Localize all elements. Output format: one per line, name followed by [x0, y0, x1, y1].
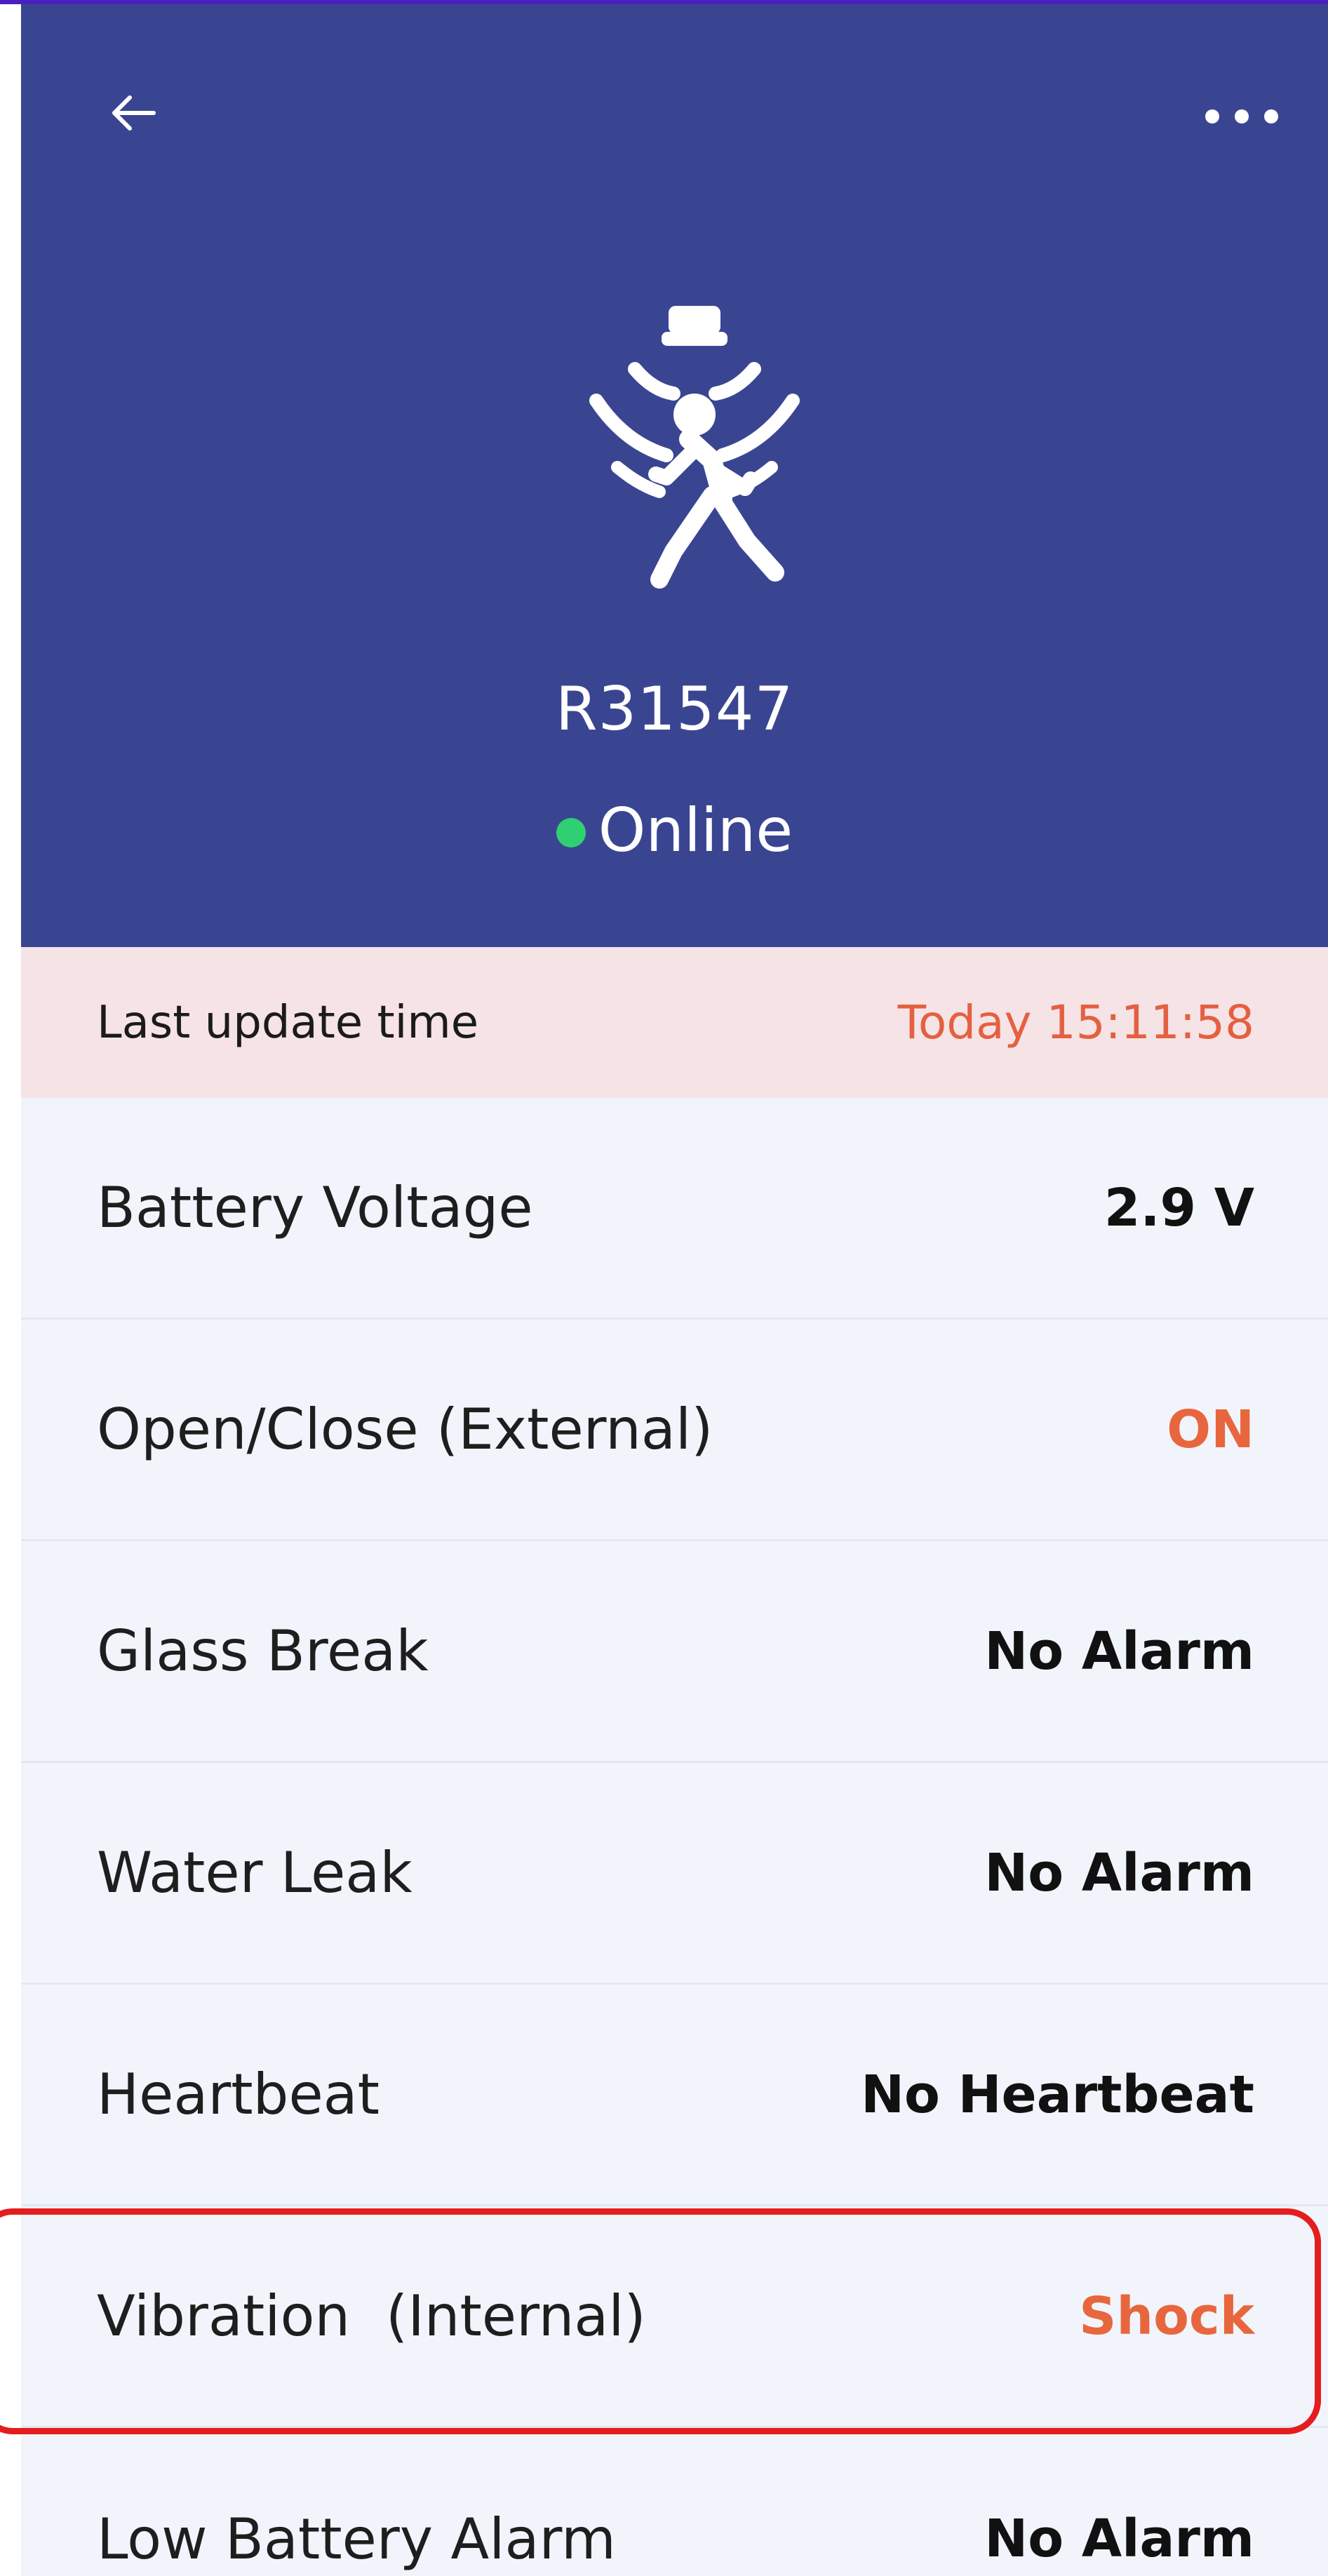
- device-name: R31547: [555, 674, 794, 744]
- status-text: Online: [598, 796, 793, 866]
- row-value: 2.9 V: [1104, 1177, 1254, 1238]
- row-value: No Heartbeat: [861, 2064, 1254, 2125]
- arrow-left-icon: [112, 95, 156, 130]
- device-detail-screen: R31547 Online Last update time Today 15:…: [0, 0, 1328, 2576]
- row-label: Heartbeat: [97, 2062, 380, 2127]
- status-row-low-battery: Low Battery Alarm No Alarm: [21, 2428, 1328, 2576]
- status-dot-icon: [556, 818, 586, 847]
- row-value: No Alarm: [984, 1621, 1254, 1682]
- row-label: Glass Break: [97, 1618, 429, 1684]
- row-value: ON: [1167, 1399, 1254, 1460]
- last-update-label: Last update time: [97, 996, 479, 1049]
- more-options-button[interactable]: [1186, 81, 1298, 152]
- last-update-row: Last update time Today 15:11:58: [21, 947, 1328, 1098]
- connection-status: Online: [21, 796, 1328, 866]
- status-list: Battery Voltage 2.9 V Open/Close (Extern…: [21, 1098, 1328, 2576]
- row-value: No Alarm: [984, 1842, 1254, 1903]
- motion-sensor-person-icon: [589, 306, 800, 589]
- device-header: R31547 Online: [21, 4, 1328, 947]
- status-row-glass-break: Glass Break No Alarm: [21, 1541, 1328, 1763]
- row-label: Battery Voltage: [97, 1175, 533, 1240]
- last-update-value: Today 15:11:58: [897, 995, 1254, 1049]
- back-button[interactable]: [98, 78, 168, 148]
- status-row-open-close: Open/Close (External) ON: [21, 1320, 1328, 1541]
- status-row-water-leak: Water Leak No Alarm: [21, 1763, 1328, 1985]
- row-label: Vibration (Internal): [97, 2283, 646, 2349]
- row-label: Low Battery Alarm: [97, 2506, 616, 2572]
- status-row-heartbeat: Heartbeat No Heartbeat: [21, 1985, 1328, 2206]
- row-value: Shock: [1079, 2286, 1254, 2347]
- more-horizontal-icon: [1205, 109, 1278, 123]
- status-row-battery-voltage: Battery Voltage 2.9 V: [21, 1098, 1328, 1320]
- status-row-vibration: Vibration (Internal) Shock: [21, 2206, 1328, 2428]
- row-value: No Alarm: [984, 2509, 1254, 2569]
- row-label: Open/Close (External): [97, 1397, 713, 1462]
- row-label: Water Leak: [97, 1840, 413, 1905]
